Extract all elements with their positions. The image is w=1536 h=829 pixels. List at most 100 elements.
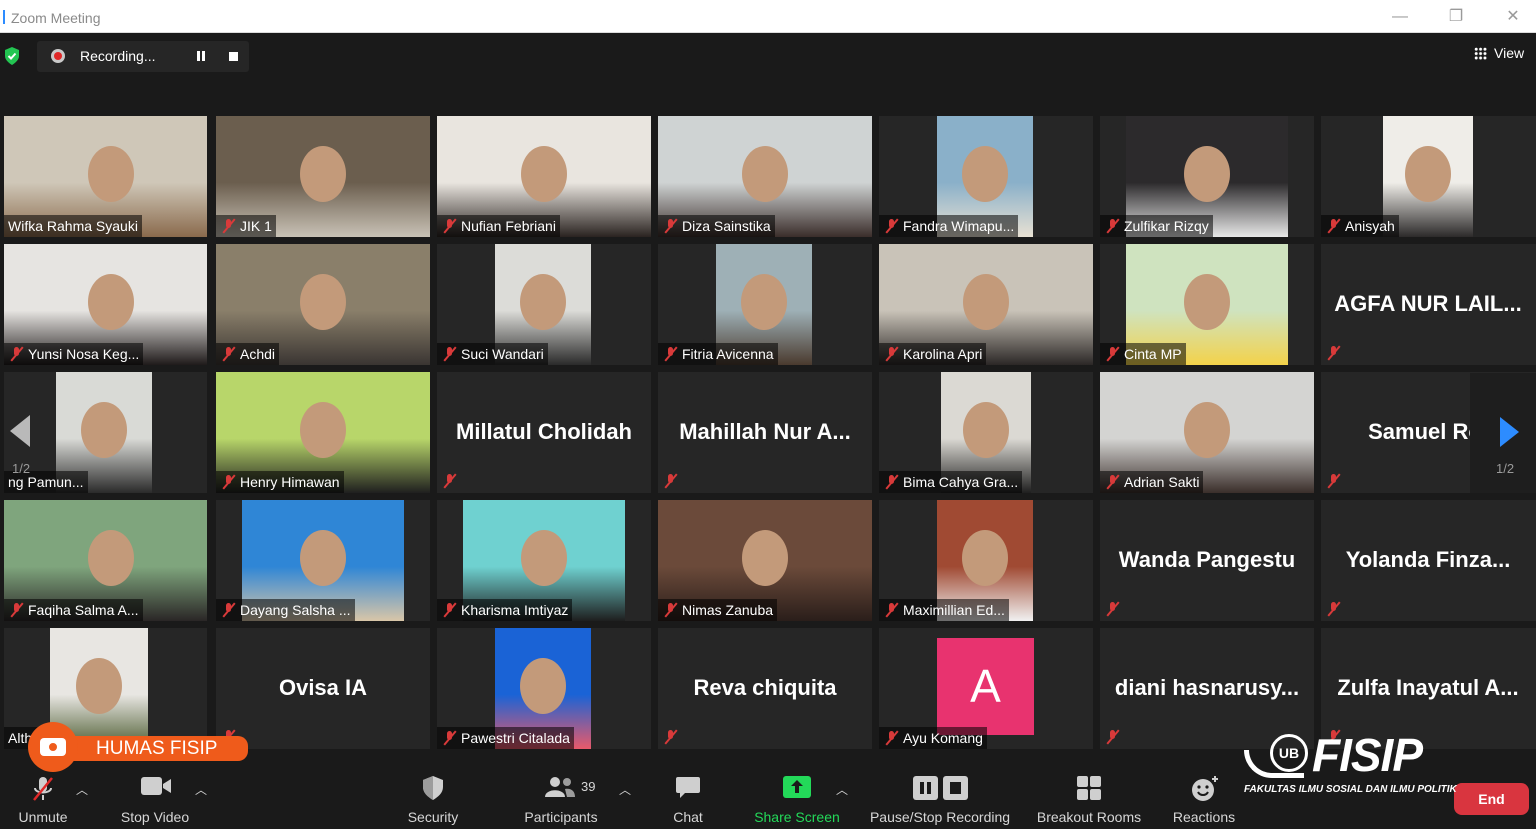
- pause-stop-recording-button[interactable]: Pause/Stop Recording: [862, 753, 1018, 829]
- participant-tile[interactable]: Nimas Zanuba: [658, 500, 872, 621]
- minimize-button[interactable]: —: [1390, 7, 1410, 27]
- participant-face: [300, 274, 346, 330]
- stop-video-label: Stop Video: [120, 809, 190, 825]
- participant-face: [520, 274, 566, 330]
- participant-name: Faqiha Salma A...: [28, 602, 139, 618]
- participant-name-label: Nufian Febriani: [437, 215, 560, 237]
- participant-tile[interactable]: Yunsi Nosa Keg...: [4, 244, 207, 365]
- humas-label: HUMAS FISIP: [96, 738, 218, 759]
- participant-tile[interactable]: Diza Sainstika: [658, 116, 872, 237]
- participant-tile[interactable]: Nufian Febriani: [437, 116, 651, 237]
- view-button[interactable]: View: [1470, 44, 1530, 64]
- grid-view-icon: [1474, 47, 1487, 60]
- security-button[interactable]: Security: [398, 753, 468, 829]
- participant-face: [88, 146, 134, 202]
- participant-tile[interactable]: Mahillah Nur A...: [658, 372, 872, 493]
- participant-tile[interactable]: Zulfikar Rizqy: [1100, 116, 1314, 237]
- participant-name: Diza Sainstika: [682, 218, 771, 234]
- participant-tile[interactable]: Reva chiquita: [658, 628, 872, 749]
- previous-page-button[interactable]: 1/2: [6, 373, 56, 493]
- participant-tile[interactable]: Bima Cahya Gra...: [879, 372, 1093, 493]
- participant-name-label: Fitria Avicenna: [658, 343, 778, 365]
- participant-face: [1184, 146, 1230, 202]
- muted-microphone-icon: [1327, 473, 1341, 489]
- participant-name-label: Yunsi Nosa Keg...: [4, 343, 144, 365]
- end-meeting-button[interactable]: End: [1454, 783, 1529, 815]
- muted-microphone-icon: [443, 346, 457, 362]
- participants-button[interactable]: 39 Participants: [515, 753, 607, 829]
- participant-tile[interactable]: Karolina Apri: [879, 244, 1093, 365]
- participant-tile[interactable]: Millatul Cholidah: [437, 372, 651, 493]
- muted-microphone-icon: [1106, 729, 1120, 745]
- chat-bubble-icon: [676, 777, 700, 798]
- security-shield-icon: [423, 776, 443, 800]
- participant-name-label: Wifka Rahma Syauki: [4, 215, 142, 237]
- muted-microphone-icon: [885, 602, 899, 618]
- participant-display-name: Wanda Pangestu: [1118, 547, 1296, 572]
- muted-microphone-icon: [1327, 345, 1341, 361]
- participant-avatar: A: [937, 638, 1034, 735]
- next-page-button[interactable]: 1/2: [1470, 373, 1536, 493]
- participant-tile[interactable]: Kharisma Imtiyaz: [437, 500, 651, 621]
- participant-name-label: Faqiha Salma A...: [4, 599, 143, 621]
- share-screen-label: Share Screen: [754, 809, 840, 825]
- breakout-rooms-icon: [1077, 776, 1101, 800]
- close-button[interactable]: ✕: [1503, 7, 1523, 27]
- participant-tile[interactable]: Fitria Avicenna: [658, 244, 872, 365]
- participants-options-chevron-icon[interactable]: ︿: [619, 781, 631, 798]
- participant-tile[interactable]: Henry Himawan: [216, 372, 430, 493]
- audio-options-chevron-icon[interactable]: ︿: [76, 781, 88, 798]
- camera-icon: [28, 722, 78, 772]
- participant-face: [88, 530, 134, 586]
- participant-face: [300, 530, 346, 586]
- participant-tile[interactable]: Yolanda Finza...: [1321, 500, 1536, 621]
- participant-face: [742, 146, 788, 202]
- participant-name-label: Fandra Wimapu...: [879, 215, 1019, 237]
- share-options-chevron-icon[interactable]: ︿: [836, 781, 848, 798]
- participant-tile[interactable]: Anisyah: [1321, 116, 1536, 237]
- participant-tile[interactable]: Pawestri Citalada: [437, 628, 651, 749]
- participant-name: Achdi: [240, 346, 276, 362]
- participants-icon: [545, 777, 575, 797]
- participant-tile[interactable]: AGFA NUR LAIL...: [1321, 244, 1536, 365]
- reactions-button[interactable]: Reactions: [1166, 753, 1242, 829]
- muted-microphone-icon: [443, 218, 457, 234]
- muted-microphone-icon: [443, 730, 457, 746]
- muted-microphone-icon: [1106, 218, 1120, 234]
- participant-tile[interactable]: Maximillian Ed...: [879, 500, 1093, 621]
- participant-tile[interactable]: Dayang Salsha ...: [216, 500, 430, 621]
- humas-banner: HUMAS FISIP: [50, 736, 248, 761]
- participant-tile[interactable]: Wanda Pangestu: [1100, 500, 1314, 621]
- muted-microphone-icon: [1106, 346, 1120, 362]
- participant-tile[interactable]: Faqiha Salma A...: [4, 500, 207, 621]
- participant-face: [963, 274, 1009, 330]
- breakout-rooms-button[interactable]: Breakout Rooms: [1030, 753, 1148, 829]
- participant-tile[interactable]: JIK 1: [216, 116, 430, 237]
- muted-microphone-icon: [885, 474, 899, 490]
- participant-tile[interactable]: Fandra Wimapu...: [879, 116, 1093, 237]
- participant-tile[interactable]: Suci Wandari: [437, 244, 651, 365]
- participant-tile[interactable]: A Ayu Komang: [879, 628, 1093, 749]
- encryption-shield-icon[interactable]: [4, 47, 20, 65]
- share-screen-button[interactable]: Share Screen: [750, 753, 844, 829]
- restore-button[interactable]: ❐: [1446, 7, 1466, 27]
- participant-tile[interactable]: Adrian Sakti: [1100, 372, 1314, 493]
- stop-recording-icon[interactable]: [229, 52, 238, 61]
- participant-name: Adrian Sakti: [1124, 474, 1200, 490]
- left-page-count: 1/2: [12, 461, 31, 476]
- participant-name: Kharisma Imtiyaz: [461, 602, 569, 618]
- fisip-subtitle: FAKULTAS ILMU SOSIAL DAN ILMU POLITIK: [1244, 784, 1457, 795]
- muted-microphone-icon: [222, 218, 236, 234]
- participant-tile[interactable]: Wifka Rahma Syauki: [4, 116, 207, 237]
- pause-recording-icon[interactable]: [194, 49, 208, 63]
- participant-tile[interactable]: Cinta MP: [1100, 244, 1314, 365]
- muted-microphone-icon: [443, 602, 457, 618]
- security-label: Security: [407, 809, 459, 825]
- muted-microphone-icon: [664, 602, 678, 618]
- left-arrow-icon: [10, 415, 30, 447]
- video-options-chevron-icon[interactable]: ︿: [195, 781, 207, 798]
- chat-button[interactable]: Chat: [658, 753, 718, 829]
- participant-face: [963, 402, 1009, 458]
- participant-face: [741, 274, 787, 330]
- participant-tile[interactable]: Achdi: [216, 244, 430, 365]
